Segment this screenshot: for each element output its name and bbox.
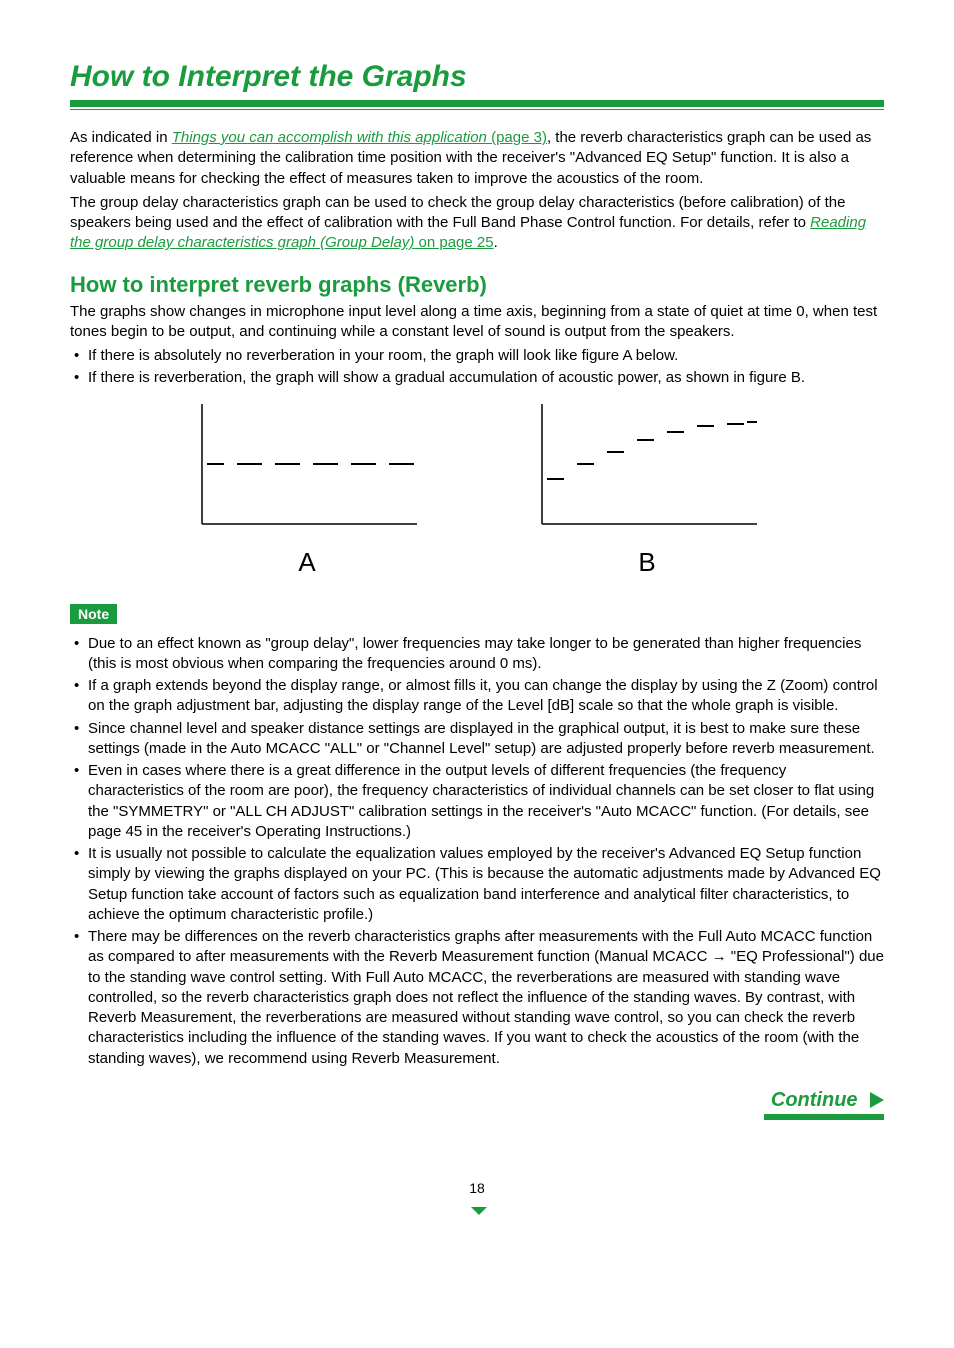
list-item: Since channel level and speaker distance… xyxy=(88,719,884,760)
intro-link-1-text: Things you can accomplish with this appl… xyxy=(172,129,487,146)
continue-block: Continue xyxy=(70,1089,884,1120)
list-item: It is usually not possible to calculate … xyxy=(88,844,884,925)
continue-label[interactable]: Continue xyxy=(771,1089,858,1112)
intro-pre: As indicated in xyxy=(70,129,172,146)
figure-b-chart xyxy=(532,404,762,534)
title-rule xyxy=(70,100,884,107)
note-bullet-list: Due to an effect known as "group delay",… xyxy=(70,634,884,1069)
intro-paragraph-1: As indicated in Things you can accomplis… xyxy=(70,128,884,189)
list-item: There may be differences on the reverb c… xyxy=(88,927,884,1069)
title-rule-thin xyxy=(70,109,884,110)
page: How to Interpret the Graphs As indicated… xyxy=(0,0,954,1348)
continue-arrow-icon[interactable] xyxy=(870,1092,884,1108)
intro-link-2-suffix[interactable]: on page 25 xyxy=(414,234,493,251)
intro-para2-pre: The group delay characteristics graph ca… xyxy=(70,194,845,231)
list-item: If there is reverberation, the graph wil… xyxy=(88,368,884,388)
page-title: How to Interpret the Graphs xyxy=(70,60,884,94)
section-heading: How to interpret reverb graphs (Reverb) xyxy=(70,272,884,298)
intro-para2-post: . xyxy=(494,234,498,251)
page-number-block: 18 xyxy=(70,1180,884,1212)
figure-row: A B xyxy=(70,404,884,578)
continue-bar xyxy=(764,1114,884,1120)
list-item: Due to an effect known as "group delay",… xyxy=(88,634,884,675)
page-number: 18 xyxy=(469,1180,485,1196)
page-number-triangle-icon xyxy=(471,1207,487,1215)
top-bullet-list: If there is absolutely no reverberation … xyxy=(70,346,884,389)
note-badge: Note xyxy=(70,604,117,624)
figure-b-label: B xyxy=(532,547,762,578)
list-item: If a graph extends beyond the display ra… xyxy=(88,676,884,717)
section-intro: The graphs show changes in microphone in… xyxy=(70,302,884,343)
figure-b: B xyxy=(532,404,762,578)
note-6-text: There may be differences on the reverb c… xyxy=(88,928,884,1067)
intro-paragraph-2: The group delay characteristics graph ca… xyxy=(70,193,884,254)
figure-a-chart xyxy=(192,404,422,534)
figure-a-label: A xyxy=(192,547,422,578)
intro-link-1-suffix[interactable]: (page 3) xyxy=(487,129,547,146)
list-item: Even in cases where there is a great dif… xyxy=(88,761,884,842)
intro-link-1[interactable]: Things you can accomplish with this appl… xyxy=(172,129,487,146)
list-item: If there is absolutely no reverberation … xyxy=(88,346,884,366)
figure-a: A xyxy=(192,404,422,578)
